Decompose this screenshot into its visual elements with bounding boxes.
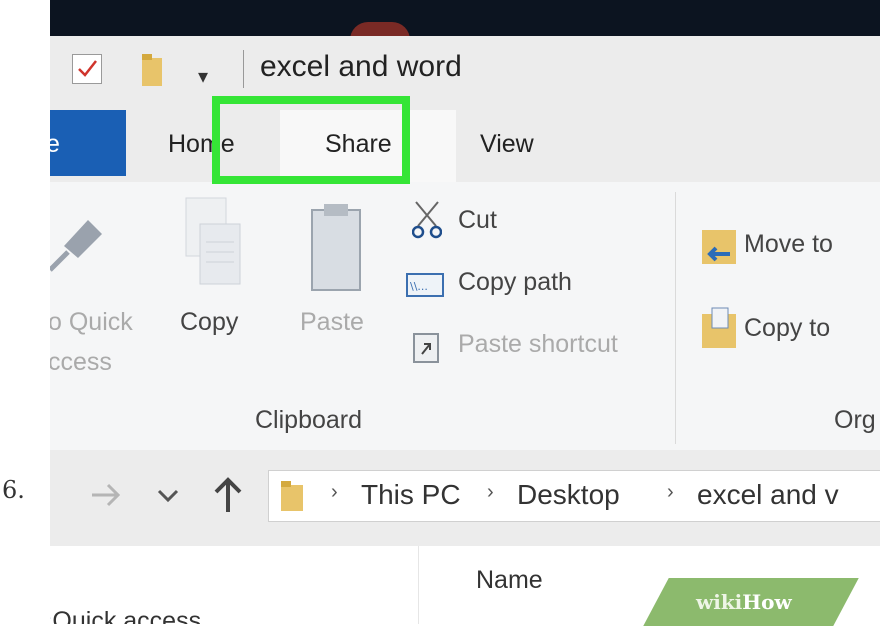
organize-group-label: Org [834, 406, 876, 434]
breadcrumb-desktop[interactable]: Desktop [517, 479, 620, 511]
tab-view[interactable]: View [480, 130, 534, 159]
ribbon-panel: o Quick ccess Copy Paste Cut \\... Copy … [50, 182, 880, 450]
copy-icon [185, 197, 241, 285]
scissors-icon [412, 201, 442, 239]
breadcrumb-separator-icon: › [487, 481, 494, 503]
paste-shortcut-button[interactable]: Paste shortcut [458, 330, 618, 359]
clipboard-group-label: Clipboard [255, 406, 363, 434]
wikihow-watermark: wikiHow [696, 590, 792, 614]
folder-icon [281, 481, 303, 511]
breadcrumb-current-folder[interactable]: excel and v [697, 479, 839, 511]
ribbon-tabs: e Home Share View [50, 110, 880, 182]
copy-path-button[interactable]: Copy path [458, 268, 572, 297]
navigation-bar: › This PC › Desktop › excel and v [50, 450, 880, 546]
pin-quick-access-label-2: ccess [50, 348, 112, 376]
move-to-button[interactable]: Move to [744, 230, 833, 259]
title-bar: ▾ excel and word [50, 36, 880, 110]
watermark-how: How [742, 590, 792, 614]
cut-button[interactable]: Cut [458, 206, 497, 235]
window-title: excel and word [260, 50, 462, 83]
svg-text:\\...: \\... [410, 280, 428, 293]
watermark-wiki: wiki [696, 590, 743, 614]
nav-pane-quick-access[interactable]: ★Quick access [50, 606, 201, 624]
forward-arrow-icon[interactable] [90, 480, 124, 510]
copy-button[interactable]: Copy [180, 308, 238, 337]
desktop-background-strip [50, 0, 880, 40]
step-number: 6. [2, 476, 25, 504]
copy-to-folder-icon [702, 307, 736, 348]
breadcrumb-this-pc[interactable]: This PC [361, 479, 461, 511]
pin-quick-access-label[interactable]: o Quick [50, 308, 133, 337]
recent-locations-chevron-icon[interactable] [156, 486, 180, 506]
tab-file[interactable]: e [50, 110, 126, 176]
tab-file-label: e [50, 130, 60, 158]
copy-to-button[interactable]: Copy to [744, 314, 830, 343]
file-explorer-screenshot: ▾ excel and word e Home Share View o Qui… [50, 0, 880, 624]
new-folder-icon[interactable] [142, 54, 164, 86]
quick-access-dropdown-icon[interactable]: ▾ [198, 64, 208, 88]
properties-check-icon[interactable] [72, 54, 102, 84]
quick-access-label: Quick access [52, 607, 202, 624]
title-separator [243, 50, 244, 88]
share-tab-highlight [212, 96, 410, 184]
address-bar[interactable]: › This PC › Desktop › excel and v [268, 470, 880, 522]
breadcrumb-separator-icon: › [667, 481, 674, 503]
paste-button[interactable]: Paste [300, 308, 364, 337]
paste-shortcut-icon [413, 333, 439, 363]
pin-icon [50, 220, 102, 272]
ribbon-group-divider [675, 192, 676, 444]
up-arrow-icon[interactable] [212, 474, 244, 514]
move-to-folder-icon [702, 230, 736, 264]
name-column-header[interactable]: Name [476, 566, 543, 595]
breadcrumb-separator-icon: › [331, 481, 338, 503]
pane-divider [418, 546, 419, 624]
paste-clipboard-icon [311, 204, 361, 291]
copy-path-icon: \\... [406, 273, 444, 297]
